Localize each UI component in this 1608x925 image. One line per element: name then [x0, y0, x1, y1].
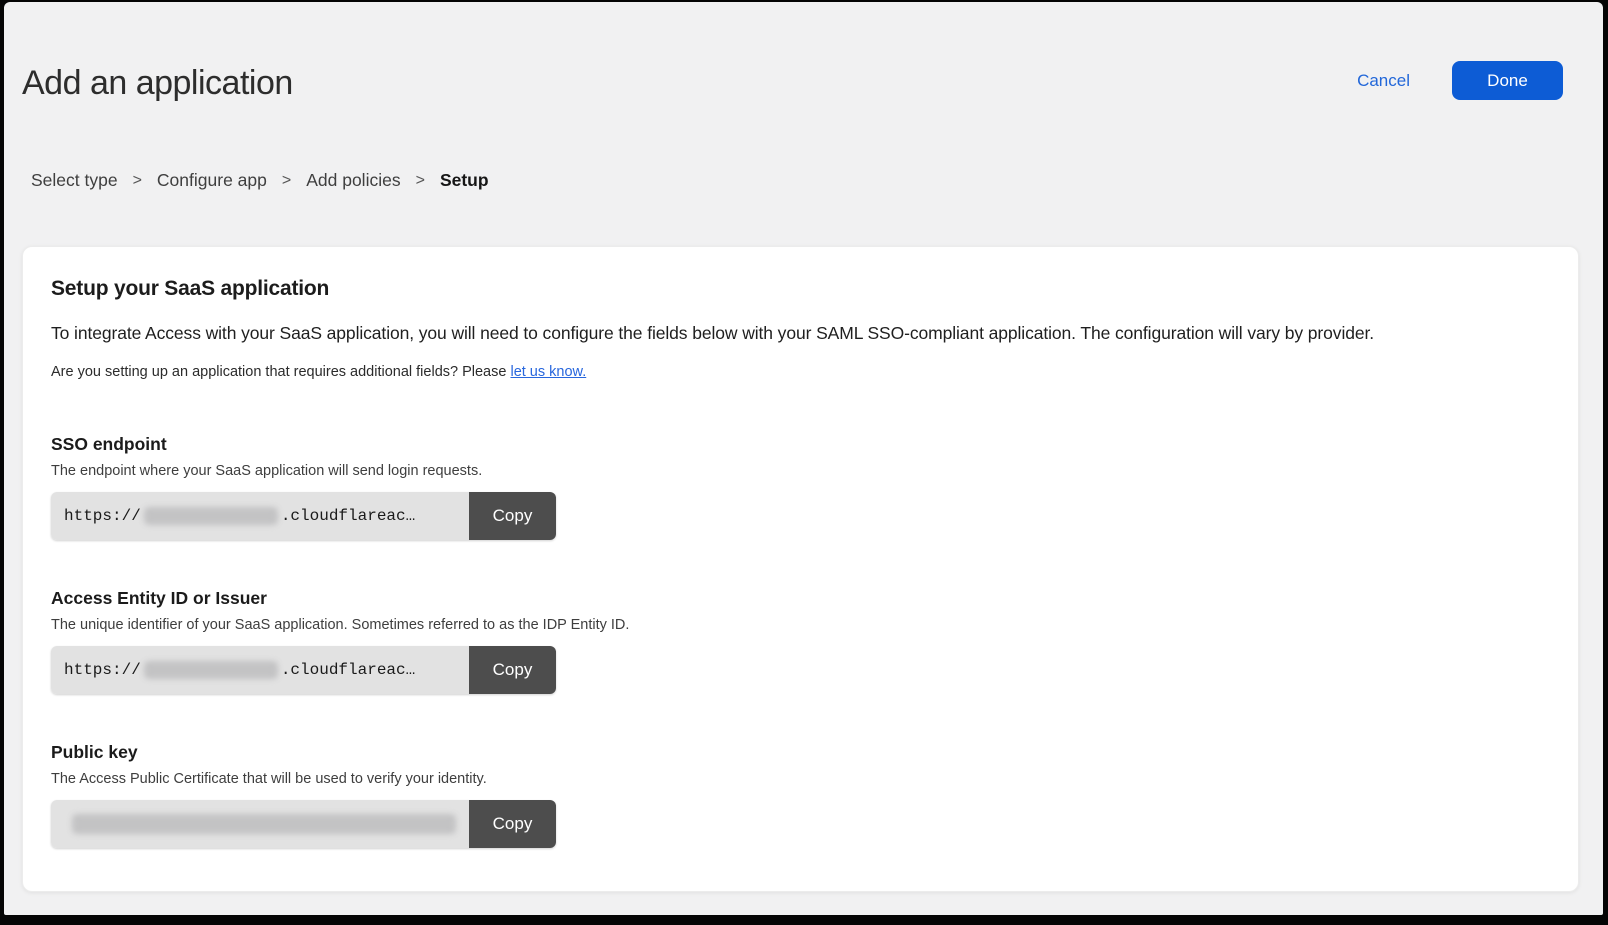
- entity-id-value[interactable]: https:// .cloudflareac…: [51, 646, 469, 694]
- field-label: Access Entity ID or Issuer: [51, 588, 1550, 609]
- value-prefix: https://: [64, 507, 141, 525]
- breadcrumb-step-configure-app[interactable]: Configure app: [157, 170, 267, 191]
- redacted-value-blur: [144, 507, 278, 525]
- copy-sso-endpoint-button[interactable]: Copy: [469, 492, 556, 540]
- sso-endpoint-value[interactable]: https:// .cloudflareac…: [51, 492, 469, 540]
- breadcrumb-separator: >: [133, 172, 142, 190]
- sso-endpoint-row: https:// .cloudflareac… Copy: [51, 492, 556, 540]
- breadcrumb-separator: >: [416, 172, 425, 190]
- public-key-row: Copy: [51, 800, 556, 848]
- note-text: Are you setting up an application that r…: [51, 364, 510, 380]
- setup-card: Setup your SaaS application To integrate…: [22, 246, 1579, 892]
- public-key-value[interactable]: [51, 800, 469, 848]
- field-group-entity-id: Access Entity ID or Issuer The unique id…: [51, 588, 1550, 694]
- page-title: Add an application: [22, 64, 293, 103]
- breadcrumb-step-select-type[interactable]: Select type: [31, 170, 118, 191]
- field-label: Public key: [51, 742, 1550, 763]
- breadcrumb-step-add-policies[interactable]: Add policies: [306, 170, 400, 191]
- breadcrumb-step-setup[interactable]: Setup: [440, 170, 489, 191]
- copy-public-key-button[interactable]: Copy: [469, 800, 556, 848]
- card-intro-text: To integrate Access with your SaaS appli…: [51, 323, 1550, 344]
- field-group-sso-endpoint: SSO endpoint The endpoint where your Saa…: [51, 434, 1550, 540]
- value-prefix: https://: [64, 661, 141, 679]
- let-us-know-link[interactable]: let us know.: [510, 364, 586, 380]
- redacted-value-blur: [72, 814, 456, 834]
- copy-entity-id-button[interactable]: Copy: [469, 646, 556, 694]
- header-actions: Cancel Done: [1357, 61, 1563, 100]
- field-description: The Access Public Certificate that will …: [51, 771, 1550, 787]
- done-button[interactable]: Done: [1452, 61, 1563, 100]
- value-suffix: .cloudflareac…: [281, 661, 415, 679]
- breadcrumb-separator: >: [282, 172, 291, 190]
- breadcrumb: Select type > Configure app > Add polici…: [31, 170, 489, 191]
- field-description: The endpoint where your SaaS application…: [51, 463, 1550, 479]
- field-label: SSO endpoint: [51, 434, 1550, 455]
- field-group-public-key: Public key The Access Public Certificate…: [51, 742, 1550, 848]
- entity-id-row: https:// .cloudflareac… Copy: [51, 646, 556, 694]
- cancel-button[interactable]: Cancel: [1357, 71, 1410, 91]
- app-window: Add an application Cancel Done Select ty…: [4, 2, 1603, 915]
- card-heading: Setup your SaaS application: [51, 277, 1550, 301]
- field-description: The unique identifier of your SaaS appli…: [51, 617, 1550, 633]
- card-note: Are you setting up an application that r…: [51, 364, 1550, 380]
- redacted-value-blur: [144, 661, 278, 679]
- value-suffix: .cloudflareac…: [281, 507, 415, 525]
